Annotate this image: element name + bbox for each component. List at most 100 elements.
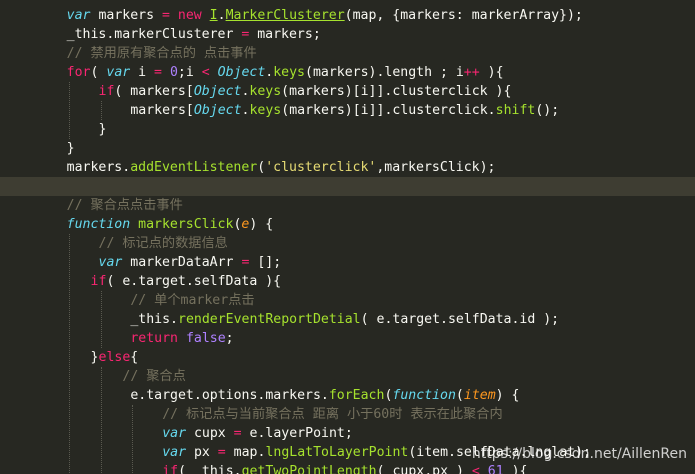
code-token: shift — [495, 103, 536, 118]
code-token: . — [217, 8, 226, 23]
code-token: renderEventReportDetial — [178, 312, 361, 327]
code-line-current[interactable] — [0, 177, 695, 196]
code-token: return — [130, 331, 178, 346]
code-token: px — [186, 445, 218, 460]
code-token: _this.markerClusterer — [66, 27, 242, 42]
code-line[interactable]: // 标记点与当前聚合点 距离 小于60时 表示在此聚合内 — [0, 405, 695, 424]
code-token: forEach — [328, 388, 385, 403]
code-token: = — [161, 8, 170, 23]
code-token: function — [66, 217, 131, 232]
code-line[interactable]: // 聚合点点击事件 — [0, 196, 695, 215]
code-token: ;i — [177, 65, 202, 80]
code-token: ( _this. — [178, 464, 242, 474]
code-token: } — [98, 122, 107, 137]
code-token: markers. — [66, 160, 131, 175]
code-token: = — [154, 65, 162, 80]
code-line[interactable]: markers[Object.keys(markers)[i]].cluster… — [0, 101, 695, 120]
code-token: 61 — [487, 464, 504, 474]
code-token: ) { — [249, 217, 274, 232]
code-token: ( — [455, 388, 464, 403]
code-token: if — [90, 274, 107, 289]
code-token: for — [66, 65, 91, 80]
code-line[interactable]: if( _this.getTwoPointLength( cupx,px ) <… — [0, 462, 695, 474]
code-line[interactable]: for( var i = 0;i < Object.keys(markers).… — [0, 63, 695, 82]
code-line[interactable]: e.target.options.markers.forEach (functio… — [0, 386, 695, 405]
code-token: ){ — [503, 464, 528, 474]
code-token: e.target.options.markers. — [130, 388, 329, 403]
code-line[interactable]: // 聚合点 — [0, 367, 695, 386]
code-token: var — [162, 426, 187, 441]
code-token: addEventListener — [130, 160, 258, 175]
code-token: map. — [225, 445, 266, 460]
code-token: ,markersClick); — [376, 160, 496, 175]
code-line[interactable]: _this.renderEventReportDetial( e.target.… — [0, 310, 695, 329]
code-token: item — [463, 388, 496, 403]
code-line[interactable]: function markersClick(e) { — [0, 215, 695, 234]
code-token: MarkerClusterer — [225, 8, 345, 23]
code-token: I — [209, 8, 218, 23]
code-token: ( — [90, 65, 107, 80]
code-token: function — [392, 388, 456, 403]
code-token: _this. — [130, 312, 178, 327]
watermark-url: https://blog.csdn.net/AillenRen — [471, 446, 687, 462]
code-token: cupx — [186, 426, 234, 441]
code-line[interactable]: return false; — [0, 329, 695, 348]
code-token: ){ — [479, 65, 504, 80]
code-token: Object — [217, 65, 266, 80]
code-token: ( e.target.selfData.id ); — [360, 312, 560, 327]
code-token: var — [66, 8, 91, 23]
code-token: ( markers[ — [114, 84, 194, 99]
code-line[interactable]: if( e.target.selfData ){ — [0, 272, 695, 291]
code-editor[interactable]: var markers = new I.MarkerClusterer(map,… — [0, 0, 695, 474]
code-token: Object — [193, 84, 242, 99]
code-token: // 标记点与当前聚合点 距离 小于60时 表示在此聚合内 — [162, 407, 503, 422]
code-token: markersClick — [138, 217, 234, 232]
code-line[interactable]: var markers = new I.MarkerClusterer(map,… — [0, 6, 695, 25]
code-line[interactable]: } — [0, 139, 695, 158]
code-token: getTwoPointLength — [241, 464, 377, 474]
code-token: // 标记点的数据信息 — [98, 236, 228, 251]
code-token: } — [66, 141, 75, 156]
code-line[interactable]: if( markers[Object.keys(markers)[i]].clu… — [0, 82, 695, 101]
code-token: ( cupx,px ) — [376, 464, 472, 474]
code-line[interactable]: var markerDataArr = []; — [0, 253, 695, 272]
code-token: markers[ — [130, 103, 194, 118]
code-token: var — [98, 255, 123, 270]
code-token: < — [201, 65, 210, 80]
code-token: } — [90, 350, 99, 365]
code-line[interactable]: }else{ — [0, 348, 695, 367]
code-token: < — [471, 464, 480, 474]
code-token: (); — [535, 103, 560, 118]
code-token: ( e.target.selfData ){ — [106, 274, 282, 289]
code-line[interactable]: var cupx = e.layerPoint; — [0, 424, 695, 443]
code-token: else — [98, 350, 131, 365]
code-line[interactable]: // 标记点的数据信息 — [0, 234, 695, 253]
code-line[interactable]: markers.addEventListener('clusterclick',… — [0, 158, 695, 177]
code-line[interactable]: } — [0, 120, 695, 139]
code-token: 'clusterclick' — [265, 160, 377, 175]
code-token: = — [217, 445, 226, 460]
code-token: (markers)[i]].clusterclick. — [281, 103, 496, 118]
code-token: new — [177, 8, 202, 23]
code-token: // 禁用原有聚合点的 点击事件 — [66, 46, 257, 61]
code-token: = — [233, 426, 242, 441]
code-line[interactable]: _this.markerClusterer = markers; — [0, 25, 695, 44]
code-token: false — [185, 331, 226, 346]
code-token: (markers).length ; i — [305, 65, 464, 80]
code-token: lngLatToLayerPoint — [265, 445, 409, 460]
code-token: // 单个marker点击 — [130, 293, 255, 308]
code-token: { — [130, 350, 139, 365]
code-token: e.layerPoint; — [241, 426, 353, 441]
code-line[interactable]: // 单个marker点击 — [0, 291, 695, 310]
code-token: keys — [273, 65, 305, 80]
code-line[interactable]: // 禁用原有聚合点的 点击事件 — [0, 44, 695, 63]
code-token: var — [162, 445, 187, 460]
code-token: if — [162, 464, 179, 474]
code-token: ++ — [463, 65, 480, 80]
code-token: ; — [225, 331, 234, 346]
